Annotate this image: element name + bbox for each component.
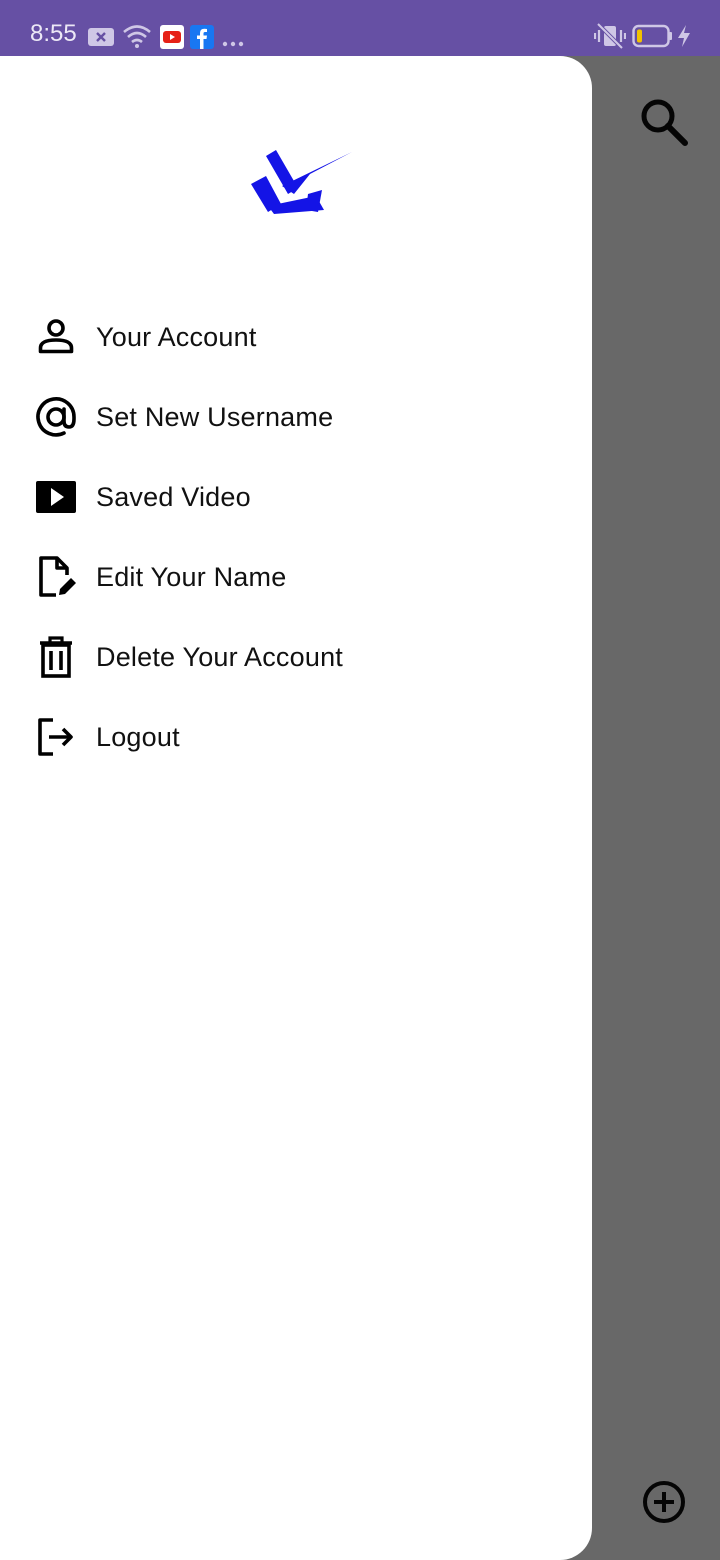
trash-icon [34,635,78,679]
app-logo [246,146,356,220]
edit-file-icon [34,555,78,599]
charging-bolt-icon [676,24,692,53]
search-button[interactable] [634,94,694,154]
menu-item-saved-video[interactable]: Saved Video [0,457,592,537]
menu-item-edit-your-name[interactable]: Edit Your Name [0,537,592,617]
menu-item-set-new-username[interactable]: Set New Username [0,377,592,457]
close-notification-icon [87,27,115,52]
vibrate-off-icon [593,22,627,55]
search-icon [638,96,690,153]
add-button[interactable] [638,1478,690,1530]
menu-label: Logout [96,721,180,752]
logout-icon [34,715,78,759]
more-dots-icon [222,34,244,52]
at-sign-icon [34,395,78,439]
menu-label: Delete Your Account [96,641,343,672]
drawer-menu: Your Account Set New Username Saved Vide… [0,297,592,777]
menu-label: Saved Video [96,481,251,512]
menu-label: Your Account [96,321,257,352]
menu-label: Set New Username [96,401,334,432]
menu-item-delete-your-account[interactable]: Delete Your Account [0,617,592,697]
youtube-icon [160,25,184,54]
status-time: 8:55 [30,20,77,47]
person-icon [34,315,78,359]
navigation-drawer: Your Account Set New Username Saved Vide… [0,56,592,1560]
play-video-icon [34,475,78,519]
menu-item-logout[interactable]: Logout [0,697,592,777]
battery-low-icon [632,24,674,53]
wifi-icon [122,24,152,53]
menu-item-your-account[interactable]: Your Account [0,297,592,377]
menu-label: Edit Your Name [96,561,287,592]
add-circle-icon [642,1480,686,1529]
facebook-icon [190,25,214,54]
